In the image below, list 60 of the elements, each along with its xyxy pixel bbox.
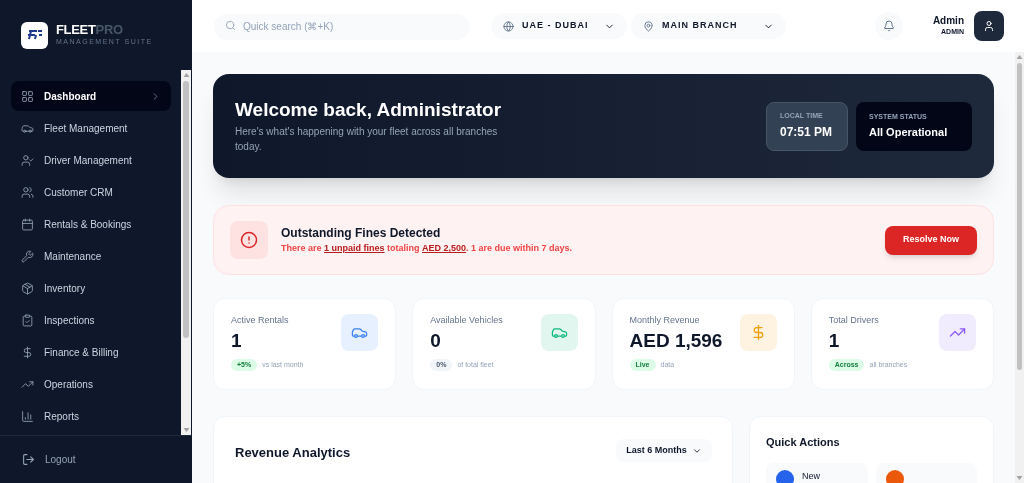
alert-title: Outstanding Fines Detected	[281, 225, 442, 243]
user-check-icon	[21, 153, 34, 167]
dollar-icon	[21, 345, 34, 359]
scroll-down-arrow-icon[interactable]	[182, 425, 190, 435]
notifications-button[interactable]	[874, 12, 903, 40]
nav-item[interactable]: Inspections	[11, 305, 171, 335]
wrench-icon	[21, 249, 34, 263]
stat-value: 1	[828, 328, 841, 353]
stat-value: AED 1,596	[629, 328, 724, 353]
stat-label: Monthly Revenue	[629, 314, 701, 327]
revenue-title: Revenue Analytics	[235, 444, 352, 462]
stat-value: 0	[430, 328, 442, 353]
sidebar-scrollbar[interactable]	[181, 70, 191, 435]
nav-item[interactable]: Driver Management	[11, 145, 171, 175]
nav-item[interactable]: Dashboard	[11, 81, 171, 111]
globe-icon	[503, 20, 514, 32]
page-scrollbar[interactable]	[1015, 52, 1024, 483]
bell-icon	[882, 20, 895, 32]
calendar-icon	[21, 217, 34, 231]
users-icon	[21, 185, 34, 199]
welcome-title: Welcome back, Administrator	[235, 98, 503, 122]
scroll-up-arrow-icon[interactable]	[1016, 52, 1023, 62]
logo-icon	[21, 21, 48, 49]
welcome-subtitle: Here's what's happening with your fleet across all branches today.	[235, 125, 499, 154]
clipboard-check-icon	[21, 313, 34, 327]
nav-item[interactable]: Rentals & Bookings	[11, 209, 171, 239]
bar-chart-icon	[21, 409, 34, 423]
alert-icon	[240, 231, 258, 249]
nav-item[interactable]: Fleet Management	[11, 113, 171, 143]
map-pin-icon	[643, 20, 654, 32]
resolve-button[interactable]: Resolve Now	[885, 225, 977, 255]
quick-actions-title: Quick Actions	[766, 435, 841, 450]
nav-item[interactable]: Reports	[11, 401, 171, 431]
branch-selector[interactable]: MAIN BRANCH	[631, 13, 786, 39]
nav-item[interactable]: Maintenance	[11, 241, 171, 271]
user-avatar[interactable]	[974, 11, 1004, 41]
stat-value: 1	[231, 328, 243, 353]
quick-action-button[interactable]: New	[766, 462, 868, 483]
nav-item[interactable]: Inventory	[11, 273, 171, 303]
search-icon	[225, 20, 236, 31]
search-field[interactable]: Quick search (⌘+K)	[214, 13, 470, 40]
user-icon	[983, 20, 995, 32]
nav-item[interactable]: Customer CRM	[11, 177, 171, 207]
user-name: Admin	[932, 15, 964, 27]
period-selector[interactable]: Last 6 Months	[616, 439, 712, 462]
logout-icon	[22, 453, 35, 466]
logout-link[interactable]: Logout	[45, 452, 76, 467]
scroll-down-arrow-icon[interactable]	[1016, 473, 1023, 483]
brand-name: FLEETPRO	[56, 23, 124, 37]
box-icon	[21, 281, 34, 295]
region-selector[interactable]: UAE - DUBAI	[491, 13, 627, 39]
scroll-up-arrow-icon[interactable]	[182, 70, 190, 80]
alert-message: There are 1 unpaid fines totaling AED 2,500. 1 are due within 7 days.	[281, 242, 574, 256]
dashboard-grid-icon	[21, 89, 34, 103]
stat-label: Active Rentals	[231, 314, 290, 327]
stat-label: Total Drivers	[828, 314, 880, 327]
stat-label: Available Vehicles	[430, 314, 504, 327]
quick-action-button[interactable]	[875, 462, 977, 483]
nav-item[interactable]: Operations	[11, 369, 171, 399]
nav-item[interactable]: Finance & Billing	[11, 337, 171, 367]
